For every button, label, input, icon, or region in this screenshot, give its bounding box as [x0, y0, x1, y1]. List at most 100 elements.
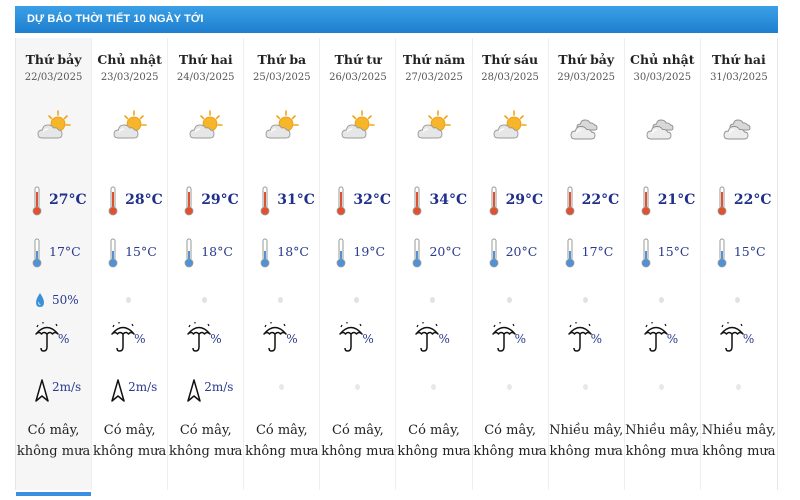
- weather-description: Nhiều mây, không mưa: [701, 420, 777, 462]
- raindrop-placeholder-icon: [354, 297, 360, 303]
- raindrop-placeholder-icon: [734, 297, 740, 303]
- weather-description: Có mây, không mưa: [396, 420, 471, 462]
- day-column-1[interactable]: Thứ bảy 22/03/2025 27°C 17°C 50% % 2m/s …: [16, 38, 93, 496]
- day-column-6[interactable]: Thứ năm 27/03/2025 34°C 20°C % Có mây, k…: [396, 38, 473, 490]
- description-line-2: không mưa: [549, 444, 623, 459]
- wind-row: [396, 376, 471, 406]
- description-line-2: không mưa: [169, 444, 243, 459]
- wind-row: 2m/s: [92, 376, 167, 406]
- day-column-10[interactable]: Thứ hai 31/03/2025 22°C 15°C % Nhiều mây…: [701, 38, 777, 490]
- min-temp-row: 19°C: [320, 238, 395, 268]
- wind-placeholder-icon: [278, 384, 284, 390]
- weather-description: Có mây, không mưa: [320, 420, 395, 462]
- day-name: Thứ tư: [334, 52, 382, 67]
- forecast-grid: Thứ bảy 22/03/2025 27°C 17°C 50% % 2m/s …: [15, 38, 778, 496]
- thermometer-cold-icon: [108, 238, 118, 268]
- min-temp: 18°C: [277, 244, 310, 259]
- description-line-1: Có mây,: [27, 423, 80, 438]
- day-name: Thứ hai: [178, 52, 233, 67]
- umbrella-icon: [415, 322, 440, 352]
- wind-direction-icon: [35, 379, 49, 402]
- wind-row: [244, 376, 319, 406]
- wind-row: 2m/s: [16, 376, 91, 406]
- umbrella-row: %: [396, 320, 471, 360]
- day-name: Chủ nhật: [97, 52, 162, 67]
- umbrella-icon: [111, 322, 135, 352]
- max-temp: 34°C: [429, 192, 468, 208]
- day-name: Chủ nhật: [630, 52, 695, 67]
- rain-chance-row: [168, 290, 243, 312]
- raindrop-placeholder-icon: [430, 297, 436, 303]
- cloudy-icon: [644, 108, 680, 144]
- wind-speed: 2m/s: [128, 380, 158, 394]
- description-line-1: Có mây,: [179, 423, 232, 438]
- min-temp: 19°C: [353, 244, 386, 259]
- rain-chance-row: [320, 290, 395, 312]
- thermometer-hot-icon: [413, 186, 422, 216]
- rain-chance-row: [396, 290, 471, 312]
- umbrella-row: %: [320, 320, 395, 360]
- thermometer-hot-icon: [32, 186, 42, 216]
- min-temp-row: 15°C: [92, 238, 167, 268]
- day-name: Thứ bảy: [25, 52, 82, 67]
- partly-cloudy-icon: [416, 108, 452, 144]
- max-temp: 22°C: [581, 192, 620, 208]
- min-temp-row: 20°C: [473, 238, 548, 268]
- day-date: 28/03/2025: [481, 72, 539, 83]
- max-temp-row: 22°C: [549, 186, 624, 216]
- max-temp: 28°C: [125, 192, 163, 208]
- raindrop-placeholder-icon: [582, 297, 588, 303]
- description-line-1: Có mây,: [103, 423, 156, 438]
- max-temp: 29°C: [505, 192, 544, 208]
- day-date: 29/03/2025: [557, 72, 616, 83]
- rain-chance-row: 50%: [16, 290, 91, 312]
- umbrella-row: %: [625, 320, 700, 360]
- min-temp: 20°C: [429, 244, 462, 259]
- day-column-9[interactable]: Chủ nhật 30/03/2025 21°C 15°C % Nhiều mâ…: [625, 38, 701, 490]
- day-column-2[interactable]: Chủ nhật 23/03/2025 28°C 15°C % 2m/s Có …: [92, 38, 169, 490]
- day-date: 24/03/2025: [176, 72, 235, 83]
- partly-cloudy-icon: [340, 108, 376, 144]
- umbrella-row: %: [244, 320, 319, 360]
- wind-speed: 2m/s: [52, 380, 82, 394]
- day-date: 22/03/2025: [24, 72, 83, 83]
- day-name: Thứ ba: [257, 52, 307, 67]
- description-line-2: không mưa: [245, 444, 319, 459]
- day-column-4[interactable]: Thứ ba 25/03/2025 31°C 18°C % Có mây, kh…: [244, 38, 321, 490]
- umbrella-row: %: [473, 320, 548, 360]
- forecast-header: DỰ BÁO THỜI TIẾT 10 NGÀY TỚI: [15, 6, 778, 33]
- min-temp-row: 15°C: [701, 238, 777, 268]
- day-column-3[interactable]: Thứ hai 24/03/2025 29°C 18°C % 2m/s Có m…: [168, 38, 245, 490]
- wind-speed: 2m/s: [204, 380, 234, 394]
- raindrop-icon: [36, 293, 44, 307]
- cloudy-icon: [568, 108, 604, 144]
- day-column-5[interactable]: Thứ tư 26/03/2025 32°C 19°C % Có mây, kh…: [320, 38, 397, 490]
- description-line-1: Nhiều mây,: [701, 423, 777, 438]
- thermometer-cold-icon: [717, 238, 727, 268]
- umbrella-value: %: [362, 332, 374, 346]
- min-temp: 17°C: [581, 244, 614, 259]
- weather-description: Có mây, không mưa: [168, 420, 243, 462]
- umbrella-row: %: [701, 320, 777, 360]
- raindrop-placeholder-icon: [278, 297, 284, 303]
- thermometer-hot-icon: [717, 186, 727, 216]
- max-temp: 32°C: [353, 192, 391, 208]
- thermometer-hot-icon: [336, 186, 346, 216]
- thermometer-cold-icon: [489, 238, 498, 268]
- description-line-1: Có mây,: [255, 423, 308, 438]
- umbrella-row: %: [168, 320, 243, 360]
- umbrella-icon: [35, 322, 59, 352]
- day-column-8[interactable]: Thứ bảy 29/03/2025 22°C 17°C % Nhiều mây…: [549, 38, 625, 490]
- weather-description: Nhiều mây, không mưa: [549, 420, 624, 462]
- thermometer-cold-icon: [565, 238, 575, 268]
- day-column-7[interactable]: Thứ sáu 28/03/2025 29°C 20°C % Có mây, k…: [473, 38, 549, 490]
- description-line-1: Có mây,: [408, 423, 460, 438]
- wind-placeholder-icon: [431, 384, 437, 390]
- thermometer-hot-icon: [489, 186, 498, 216]
- thermometer-hot-icon: [108, 186, 118, 216]
- min-temp: 17°C: [49, 244, 81, 259]
- umbrella-row: %: [549, 320, 624, 360]
- partly-cloudy-icon: [264, 108, 300, 144]
- thermometer-cold-icon: [260, 238, 270, 268]
- max-temp-row: 31°C: [244, 186, 319, 216]
